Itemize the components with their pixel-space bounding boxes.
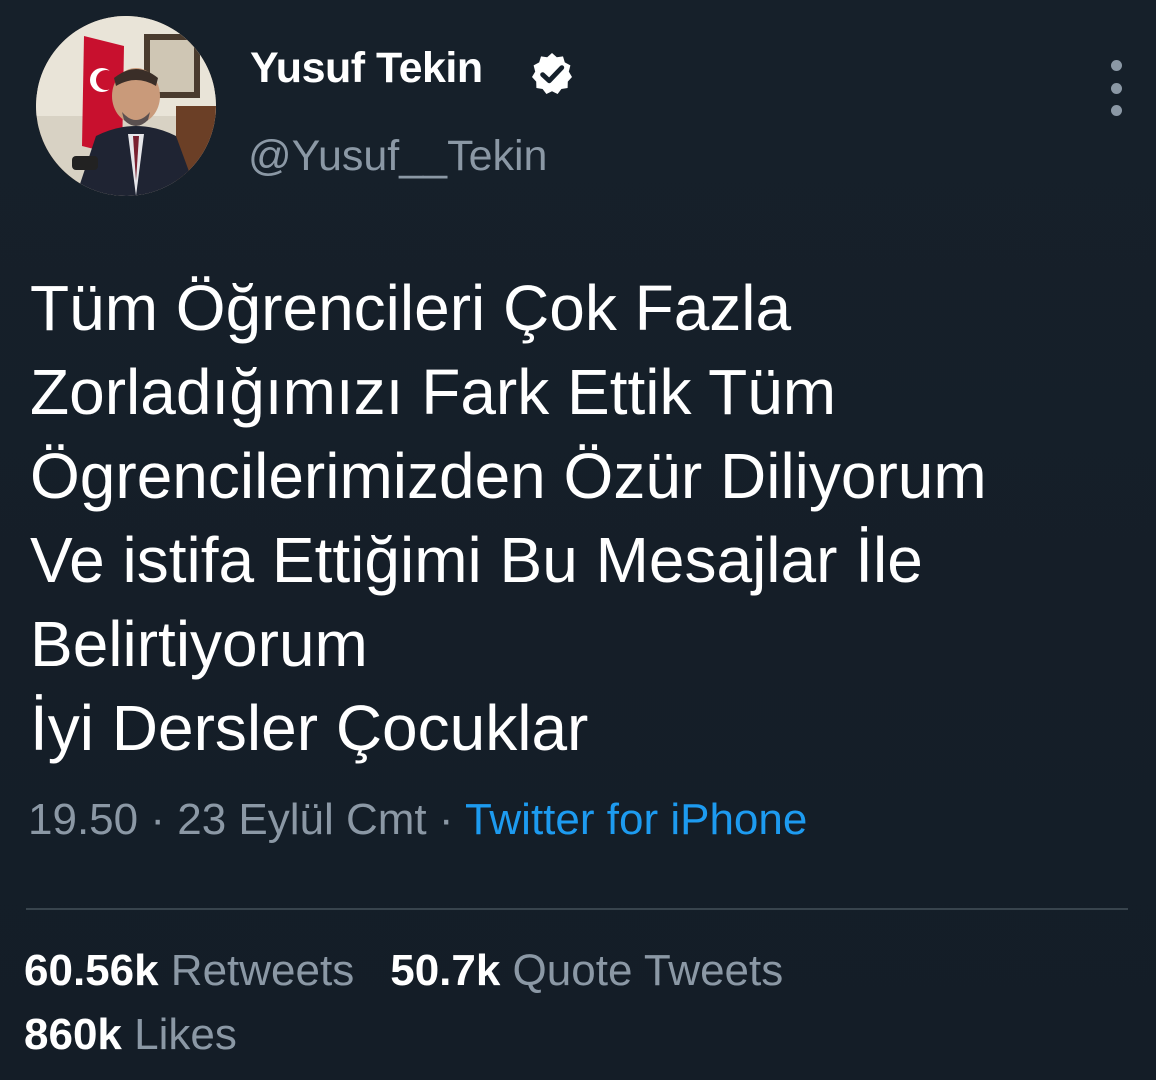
dot-icon (1110, 60, 1122, 71)
handle[interactable]: @Yusuf__Tekin (248, 132, 547, 181)
likes-stats: 860k Likes (24, 1010, 237, 1060)
tweet-line: İyi Dersler Çocuklar (30, 692, 589, 764)
verified-badge-icon (532, 53, 572, 94)
tweet-line: Ögrencilerimizden Özür Diliyorum (30, 440, 987, 512)
tweet-text: Tüm Öğrencileri Çok Fazla Zorladığımızı … (30, 266, 1140, 770)
likes-label: Likes (121, 1010, 237, 1059)
likes-count: 860k (24, 1010, 122, 1059)
quote-tweets-stat[interactable]: 50.7k Quote Tweets (390, 946, 783, 995)
more-options-icon[interactable] (1098, 60, 1134, 116)
separator: · (138, 795, 178, 844)
engagement-stats: 60.56k Retweets 50.7k Quote Tweets (24, 946, 783, 996)
tweet-card: Yusuf Tekin @Yusuf__Tekin Tüm Öğrenciler… (0, 0, 1156, 1080)
tweet-time[interactable]: 19.50 (28, 795, 138, 844)
tweet-line: Belirtiyorum (30, 608, 368, 680)
tweet-line: Zorladığımızı Fark Ettik Tüm (30, 356, 837, 428)
profile-photo (36, 16, 216, 196)
tweet-source-link[interactable]: Twitter for iPhone (465, 795, 807, 844)
tweet-date[interactable]: 23 Eylül Cmt (177, 795, 426, 844)
display-name[interactable]: Yusuf Tekin (250, 44, 483, 93)
tweet-line: Tüm Öğrencileri Çok Fazla (30, 272, 792, 344)
separator: · (426, 795, 465, 844)
dot-icon (1110, 105, 1122, 116)
retweets-count: 60.56k (24, 946, 159, 995)
quote-tweets-label: Quote Tweets (500, 946, 784, 995)
retweets-stat[interactable]: 60.56k Retweets (24, 946, 354, 995)
dot-icon (1110, 82, 1122, 94)
avatar[interactable] (36, 16, 216, 196)
retweets-label: Retweets (158, 946, 355, 995)
tweet-meta: 19.50 · 23 Eylül Cmt · Twitter for iPhon… (28, 795, 807, 845)
tweet-line: Ve istifa Ettiğimi Bu Mesajlar İle (30, 524, 923, 596)
divider (26, 908, 1128, 910)
likes-stat[interactable]: 860k Likes (24, 1010, 237, 1059)
quote-tweets-count: 50.7k (390, 946, 501, 995)
